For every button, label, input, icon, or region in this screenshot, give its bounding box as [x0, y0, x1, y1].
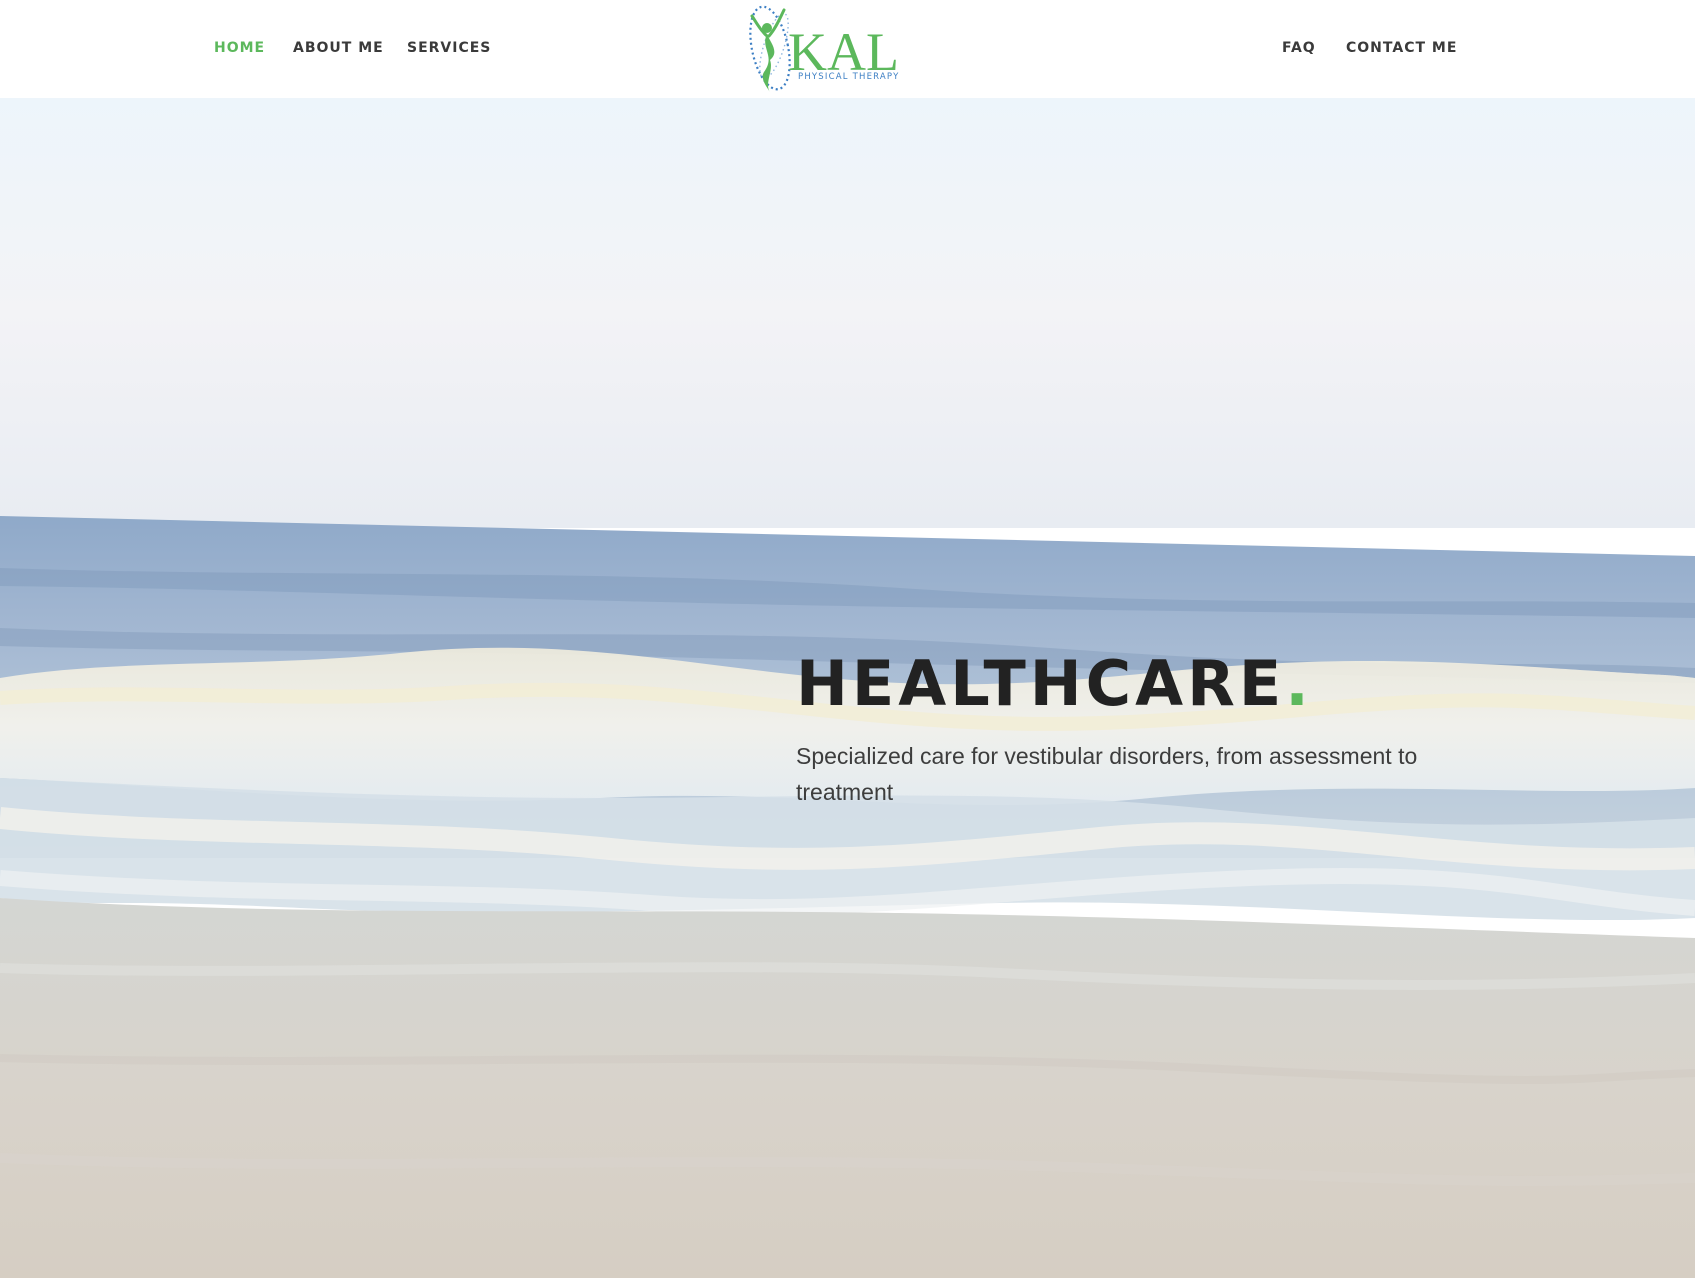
hero-title-text: HEALTHCARE — [796, 647, 1286, 720]
logo-tagline-text: PHYSICAL THERAPY — [798, 72, 899, 82]
nav-home-link[interactable]: HOME — [214, 40, 265, 56]
page: HOME ABOUT ME SERVICES KAL PHYSICAL THER… — [0, 0, 1695, 1278]
figure-spiral-logo-icon: KAL PHYSICAL THERAPY — [749, 5, 899, 92]
site-logo[interactable]: KAL PHYSICAL THERAPY — [740, 0, 920, 98]
site-header: HOME ABOUT ME SERVICES KAL PHYSICAL THER… — [0, 0, 1695, 98]
hero-content: HEALTHCARE. Specialized care for vestibu… — [796, 648, 1436, 810]
hero-title-accent-dot: . — [1285, 647, 1313, 720]
nav-faq-link[interactable]: FAQ — [1282, 40, 1316, 56]
hero-title: HEALTHCARE. — [796, 648, 1436, 720]
nav-services-link[interactable]: SERVICES — [407, 40, 491, 56]
hero-subtitle: Specialized care for vestibular disorder… — [796, 743, 1418, 805]
nav-about-me-link[interactable]: ABOUT ME — [293, 40, 384, 56]
hero-section: HEALTHCARE. Specialized care for vestibu… — [0, 98, 1695, 1278]
nav-contact-me-link[interactable]: CONTACT ME — [1346, 40, 1457, 56]
